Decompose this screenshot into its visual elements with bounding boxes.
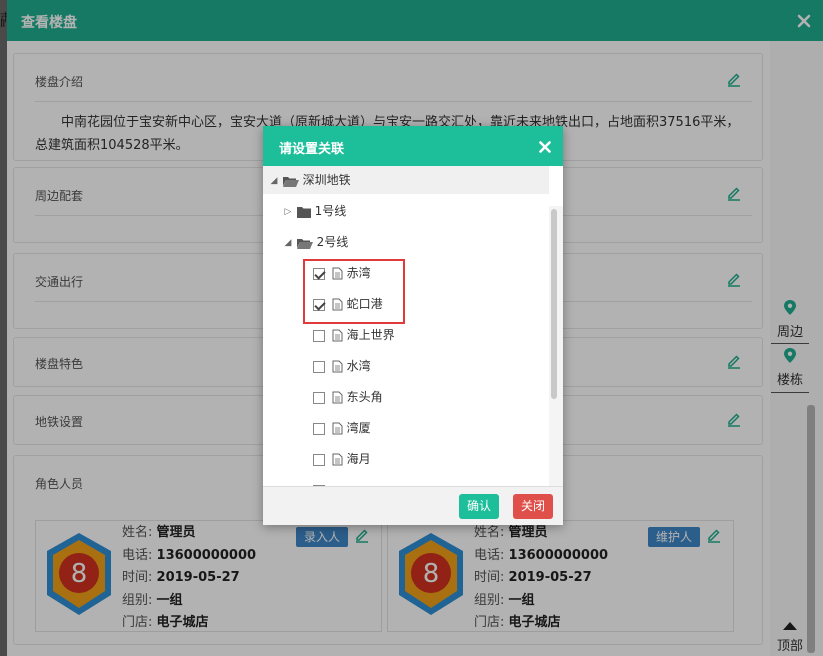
tree-node-station[interactable]: 海上世界 (313, 322, 395, 348)
station-label: 海上世界 (346, 328, 395, 342)
station-label: 东头角 (346, 390, 383, 404)
caret-down-icon[interactable]: ◢ (269, 168, 279, 194)
station-label: 湾厦 (346, 421, 371, 435)
station-checkbox[interactable] (313, 453, 325, 466)
station-checkbox[interactable] (313, 360, 325, 373)
dialog-footer: 确认 关闭 (263, 486, 563, 525)
tree-node-line1[interactable]: ▷ 1号线 (283, 198, 347, 225)
tree-node-line2[interactable]: ◢ 2号线 (283, 229, 349, 256)
tree-node-station[interactable]: 水湾 (313, 353, 371, 379)
tree-node-root[interactable]: ◢ 深圳地铁 (269, 167, 351, 193)
dialog-header: 请设置关联 (263, 126, 563, 166)
association-dialog: 请设置关联 ◢ 深圳地铁 ▷ 1号线 ◢ 2号线 赤湾 蛇口港 海上世界 水湾 … (263, 126, 563, 525)
dialog-title: 请设置关联 (279, 142, 345, 157)
tree-node-station[interactable]: 海月 (313, 446, 371, 472)
tree-node-station[interactable]: 湾厦 (313, 415, 371, 441)
folder-icon (296, 206, 311, 218)
folder-open-icon (282, 176, 299, 187)
tree-node-station[interactable] (313, 477, 328, 486)
caret-down-icon[interactable]: ◢ (283, 230, 293, 256)
file-icon (332, 422, 343, 435)
tree-node-label: 2号线 (316, 235, 349, 249)
folder-open-icon (296, 238, 313, 249)
caret-right-icon[interactable]: ▷ (283, 199, 293, 225)
tree-node-station[interactable]: 东头角 (313, 384, 383, 410)
station-checkbox[interactable] (313, 329, 325, 342)
station-label: 水湾 (346, 359, 371, 373)
file-icon (332, 360, 343, 373)
file-icon (332, 453, 343, 466)
file-icon (332, 329, 343, 342)
close-button[interactable]: 关闭 (513, 494, 554, 519)
confirm-button[interactable]: 确认 (459, 494, 500, 519)
station-checkbox[interactable] (313, 422, 325, 435)
tree-node-label: 深圳地铁 (302, 173, 351, 187)
station-checkbox[interactable] (313, 391, 325, 404)
tree-node-label: 1号线 (314, 204, 347, 218)
scrollbar-thumb[interactable] (551, 209, 557, 399)
station-label: 海月 (346, 452, 371, 466)
close-icon[interactable] (539, 141, 551, 153)
selection-highlight (303, 259, 405, 324)
metro-tree: ◢ 深圳地铁 ▷ 1号线 ◢ 2号线 赤湾 蛇口港 海上世界 水湾 东头角 湾厦… (263, 166, 563, 486)
file-icon (332, 391, 343, 404)
